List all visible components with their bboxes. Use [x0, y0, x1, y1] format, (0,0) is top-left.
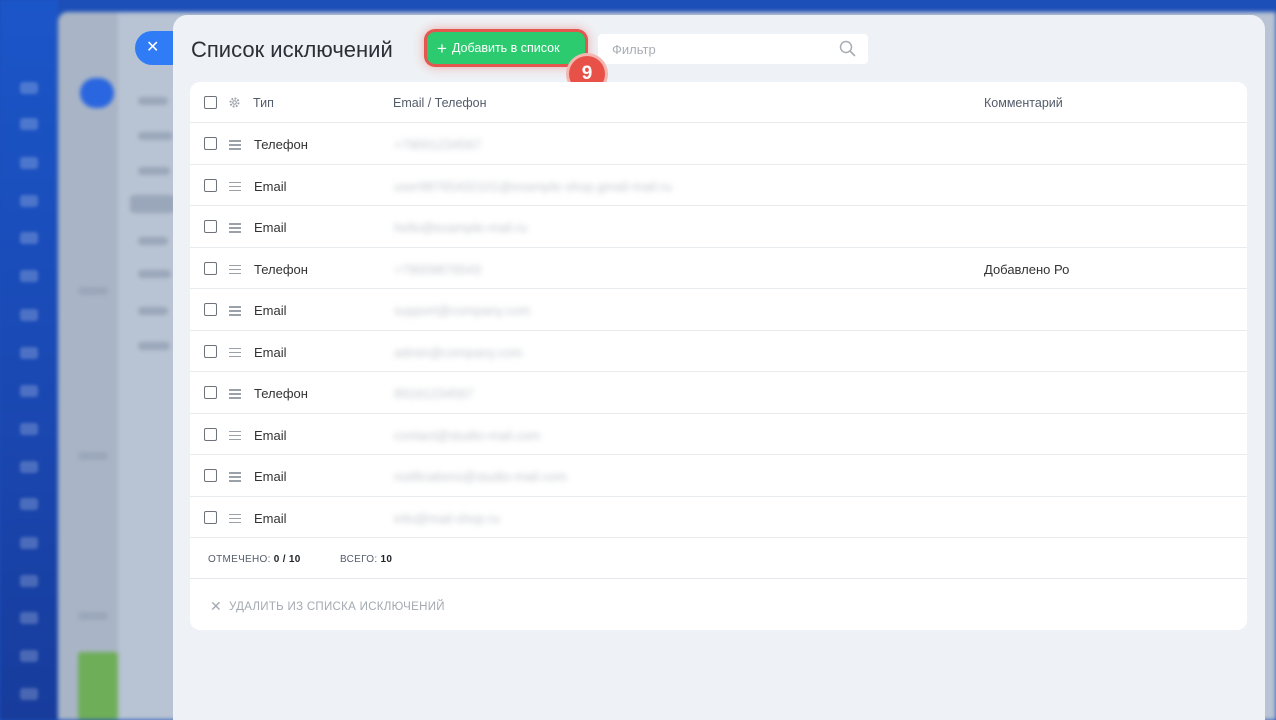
row-type: Email — [254, 344, 287, 360]
table-row[interactable]: Email hello@example-mail.ru — [190, 206, 1247, 248]
table-header: Тип Email / Телефон Комментарий — [190, 82, 1247, 123]
exclusion-list-panel: Список исключений + Добавить в список 9 … — [173, 15, 1265, 720]
drag-handle-icon[interactable] — [229, 223, 241, 233]
row-contact: hello@example-mail.ru — [394, 220, 528, 235]
table-row[interactable]: Email support@company.com — [190, 289, 1247, 331]
page-title: Список исключений — [191, 37, 393, 62]
row-checkbox[interactable] — [204, 427, 217, 441]
drag-handle-icon[interactable] — [229, 389, 241, 399]
add-to-list-label: Добавить в список — [451, 41, 560, 55]
row-type: Телефон — [254, 386, 308, 401]
row-checkbox[interactable] — [204, 220, 217, 233]
row-type: Email — [254, 469, 287, 484]
table-row[interactable]: Email user98765432101@example-shop.gmail… — [190, 165, 1247, 206]
column-header-comment[interactable]: Комментарий — [984, 96, 1063, 110]
row-type: Телефон — [254, 261, 308, 277]
row-type: Email — [254, 427, 287, 443]
table-row[interactable]: Email notifications@studio-mail.com — [190, 455, 1247, 497]
column-header-contact[interactable]: Email / Телефон — [393, 96, 487, 110]
drag-handle-icon[interactable] — [229, 264, 241, 274]
row-checkbox[interactable] — [204, 137, 217, 150]
row-checkbox[interactable] — [204, 303, 217, 316]
background-sidebar — [0, 0, 58, 720]
table-row[interactable]: Email admin@company.com — [190, 331, 1247, 372]
row-type: Email — [254, 303, 287, 318]
search-icon[interactable] — [839, 40, 856, 57]
select-all-checkbox[interactable] — [204, 96, 217, 109]
x-icon: ✕ — [210, 598, 223, 614]
drag-handle-icon[interactable] — [229, 430, 241, 440]
row-checkbox[interactable] — [204, 386, 217, 399]
add-to-list-button[interactable]: + Добавить в список — [427, 32, 585, 64]
remove-from-exclusions-label: УДАЛИТЬ ИЗ СПИСКА ИСКЛЮЧЕНИЙ — [229, 600, 445, 613]
row-checkbox[interactable] — [204, 178, 217, 192]
table-row[interactable]: Email info@mail-shop.ru — [190, 497, 1247, 538]
remove-from-exclusions-button[interactable]: ✕ УДАЛИТЬ ИЗ СПИСКА ИСКЛЮЧЕНИЙ — [210, 598, 445, 615]
row-contact: user98765432101@example-shop.gmail-mail.… — [394, 178, 672, 194]
row-contact: admin@company.com — [394, 344, 523, 360]
close-icon: ✕ — [146, 39, 160, 56]
selected-count: ОТМЕЧЕНО: 0 / 10 — [208, 554, 301, 565]
drag-handle-icon[interactable] — [229, 181, 241, 191]
row-contact: support@company.com — [394, 303, 531, 318]
gear-icon[interactable] — [228, 96, 241, 109]
row-checkbox[interactable] — [204, 261, 217, 275]
drag-handle-icon[interactable] — [229, 306, 241, 316]
table-row[interactable]: Телефон +79009876543 Добавлено Ро — [190, 248, 1247, 289]
row-contact: contact@studio-mail.com — [394, 427, 541, 443]
drag-handle-icon[interactable] — [229, 347, 241, 357]
exclusion-table: Тип Email / Телефон Комментарий Телефон … — [190, 82, 1247, 630]
plus-icon: + — [437, 38, 447, 58]
row-type: Email — [254, 220, 287, 235]
total-count: ВСЕГО: 10 — [340, 554, 392, 565]
row-comment: Добавлено Ро — [984, 261, 1070, 277]
row-type: Email — [254, 178, 287, 194]
row-contact: notifications@studio-mail.com — [394, 469, 567, 484]
filter-field[interactable] — [598, 34, 868, 64]
table-row[interactable]: Телефон +79001234567 — [190, 123, 1247, 165]
column-header-type[interactable]: Тип — [253, 96, 274, 110]
table-row[interactable]: Телефон 89161234567 — [190, 372, 1247, 414]
total-count-label: ВСЕГО: — [340, 554, 378, 565]
row-checkbox[interactable] — [204, 510, 217, 524]
table-summary: ОТМЕЧЕНО: 0 / 10 ВСЕГО: 10 — [190, 539, 1247, 579]
filter-input[interactable] — [598, 34, 828, 64]
table-row[interactable]: Email contact@studio-mail.com — [190, 414, 1247, 455]
row-contact: +79001234567 — [394, 137, 482, 152]
row-checkbox[interactable] — [204, 344, 217, 358]
row-checkbox[interactable] — [204, 469, 217, 482]
drag-handle-icon[interactable] — [229, 513, 241, 523]
row-contact: +79009876543 — [394, 261, 482, 277]
selected-count-value: 0 / 10 — [273, 554, 301, 565]
row-type: Телефон — [254, 137, 308, 152]
total-count-value: 10 — [380, 554, 393, 565]
selected-count-label: ОТМЕЧЕНО: — [208, 554, 271, 565]
drag-handle-icon[interactable] — [229, 140, 241, 150]
row-contact: info@mail-shop.ru — [394, 510, 500, 526]
row-contact: 89161234567 — [394, 386, 474, 401]
drag-handle-icon[interactable] — [229, 472, 241, 482]
row-type: Email — [254, 510, 287, 526]
